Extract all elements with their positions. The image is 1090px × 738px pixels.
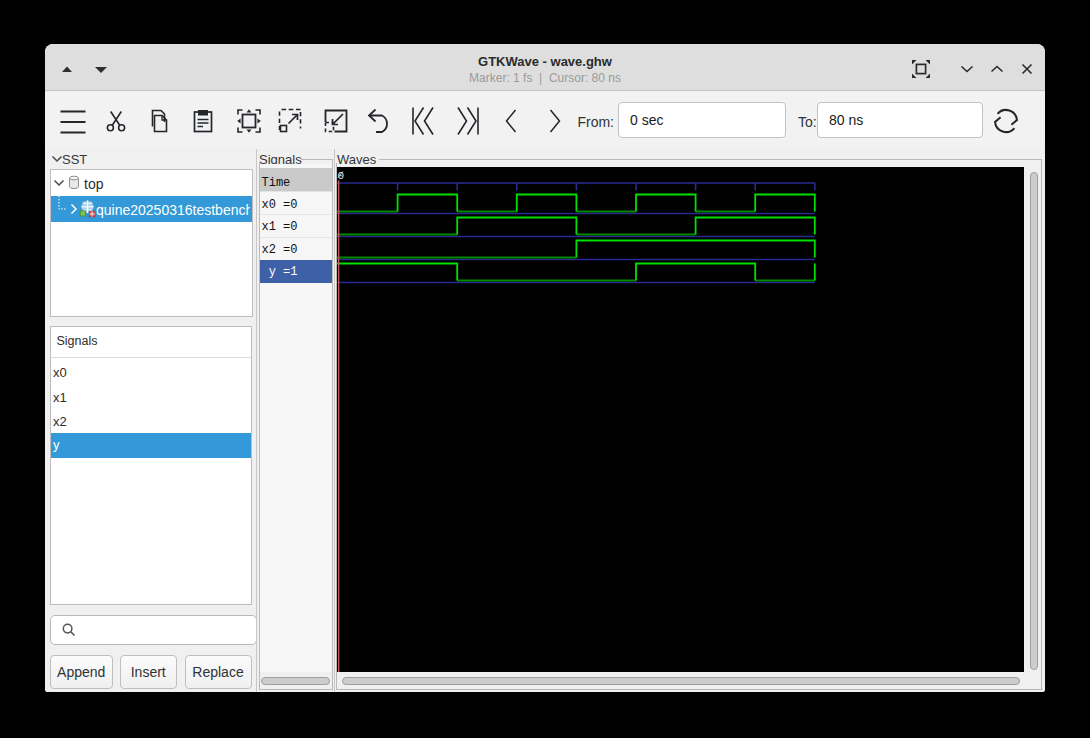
svg-text:0: 0: [338, 170, 345, 182]
